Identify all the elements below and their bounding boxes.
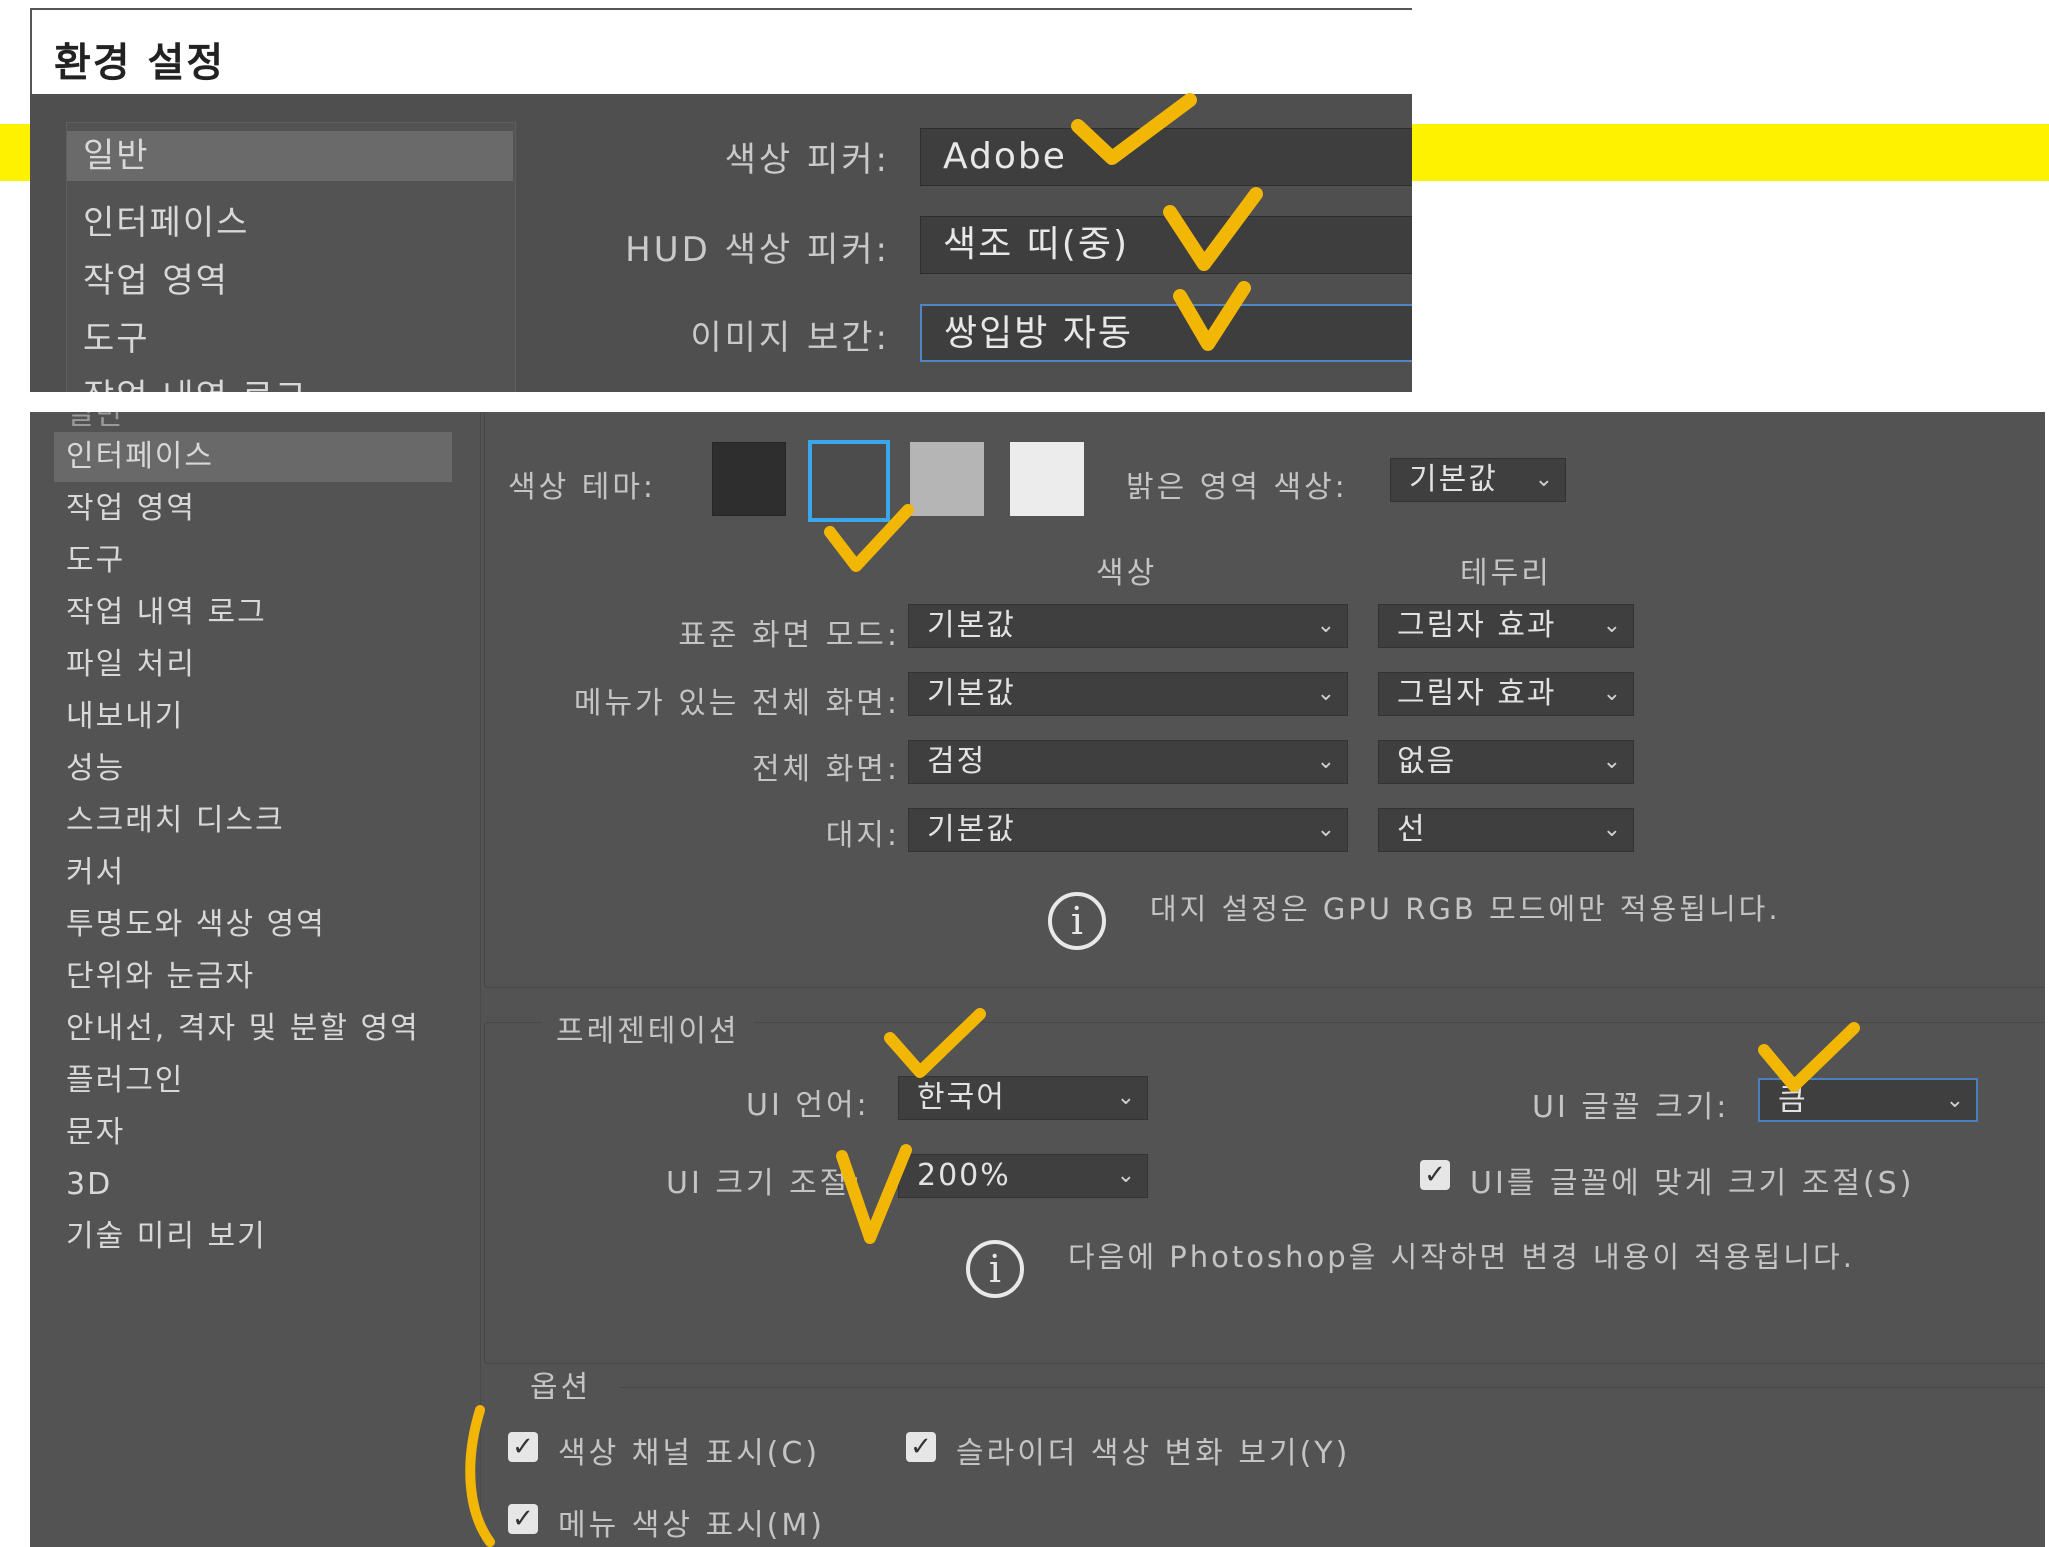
sidebar-item-plugins[interactable]: 플러그인 bbox=[66, 1056, 184, 1106]
highlight-color-select[interactable]: 기본값 ⌄ bbox=[1390, 458, 1566, 502]
hud-color-picker-label: HUD 색상 피커: bbox=[625, 230, 890, 270]
chevron-down-icon: ⌄ bbox=[1316, 613, 1337, 638]
sidebar-item-history-log[interactable]: 작업 내역 로그 bbox=[66, 588, 267, 638]
image-interpolation-select[interactable]: 쌍입방 자동 bbox=[920, 304, 1412, 362]
theme-swatch-darkest[interactable] bbox=[712, 442, 786, 516]
chevron-down-icon: ⌄ bbox=[1602, 613, 1623, 638]
show-menu-colors-label: 메뉴 색상 표시(M) bbox=[558, 1508, 825, 1543]
full-screen-with-menus-border-select[interactable]: 그림자 효과 ⌄ bbox=[1378, 672, 1634, 716]
artboard-label: 대지: bbox=[825, 818, 900, 853]
presentation-section-title: 프레젠테이션 bbox=[542, 1006, 754, 1050]
ui-language-label: UI 언어: bbox=[746, 1088, 870, 1123]
sidebar: 일반 인터페이스 작업 영역 도구 작업 내역 로그 bbox=[66, 122, 516, 392]
options-section-title: 옵션 bbox=[530, 1370, 592, 1405]
chevron-down-icon: ⌄ bbox=[1316, 749, 1337, 774]
select-value: 그림자 효과 bbox=[1397, 608, 1557, 643]
sidebar-item-file-handling[interactable]: 파일 처리 bbox=[66, 640, 196, 690]
theme-swatch-medium-light[interactable] bbox=[910, 442, 984, 516]
scale-ui-to-font-checkbox[interactable]: ✓ bbox=[1420, 1160, 1450, 1190]
check-annotation-mark bbox=[884, 1008, 986, 1078]
chevron-down-icon: ⌄ bbox=[1316, 817, 1337, 842]
select-value: 선 bbox=[1397, 812, 1427, 847]
check-annotation-mark bbox=[1758, 1022, 1860, 1092]
artboard-color-select[interactable]: 기본값 ⌄ bbox=[908, 808, 1348, 852]
ui-scaling-select[interactable]: 200% ⌄ bbox=[898, 1154, 1148, 1198]
select-value: 기본값 bbox=[927, 676, 1016, 711]
select-value: 200% bbox=[917, 1158, 1011, 1193]
column-header-border: 테두리 bbox=[1460, 556, 1552, 591]
chevron-down-icon: ⌄ bbox=[1602, 681, 1623, 706]
color-theme-label: 색상 테마: bbox=[508, 470, 657, 505]
check-annotation-mark bbox=[824, 504, 914, 572]
select-value: 없음 bbox=[1397, 744, 1457, 779]
sidebar-item-interface[interactable]: 인터페이스 bbox=[54, 432, 452, 482]
sidebar-item-history-log[interactable]: 작업 내역 로그 bbox=[83, 369, 308, 392]
sidebar-item-type[interactable]: 문자 bbox=[66, 1108, 125, 1158]
artboard-note: 대지 설정은 GPU RGB 모드에만 적용됩니다. bbox=[1150, 892, 1781, 926]
full-screen-label: 전체 화면: bbox=[751, 752, 900, 787]
standard-screen-mode-color-select[interactable]: 기본값 ⌄ bbox=[908, 604, 1348, 648]
sidebar-item-transparency-gamut[interactable]: 투명도와 색상 영역 bbox=[66, 900, 326, 950]
dynamic-color-sliders-label: 슬라이더 색상 변화 보기(Y) bbox=[956, 1436, 1351, 1471]
sidebar-item-performance[interactable]: 성능 bbox=[66, 744, 125, 794]
restart-note: 다음에 Photoshop을 시작하면 변경 내용이 적용됩니다. bbox=[1068, 1240, 1855, 1274]
artboard-border-select[interactable]: 선 ⌄ bbox=[1378, 808, 1634, 852]
ui-font-size-label: UI 글꼴 크기: bbox=[1532, 1090, 1730, 1125]
standard-screen-mode-border-select[interactable]: 그림자 효과 ⌄ bbox=[1378, 604, 1634, 648]
select-value: 기본값 bbox=[927, 608, 1016, 643]
sidebar-item-tools[interactable]: 도구 bbox=[83, 311, 150, 360]
full-screen-with-menus-label: 메뉴가 있는 전체 화면: bbox=[573, 686, 900, 721]
preferences-interface-screenshot: 일반 인터페이스 작업 영역 도구 작업 내역 로그 파일 처리 내보내기 성능… bbox=[30, 412, 2045, 1547]
preferences-general-screenshot: 환경 설정 일반 인터페이스 작업 영역 도구 작업 내역 로그 색상 피커: … bbox=[30, 8, 1412, 392]
sidebar-item-scratch-disks[interactable]: 스크래치 디스크 bbox=[66, 796, 285, 846]
dynamic-color-sliders-checkbox[interactable]: ✓ bbox=[906, 1432, 936, 1462]
sidebar-item-tools[interactable]: 도구 bbox=[66, 536, 125, 586]
sidebar-item-technology-previews[interactable]: 기술 미리 보기 bbox=[66, 1212, 267, 1262]
color-picker-label: 색상 피커: bbox=[724, 140, 890, 180]
select-value: 검정 bbox=[927, 744, 987, 779]
chevron-down-icon: ⌄ bbox=[1116, 1085, 1137, 1110]
show-channels-in-color-label: 색상 채널 표시(C) bbox=[558, 1436, 821, 1471]
bracket-annotation-mark bbox=[465, 1405, 495, 1547]
sidebar-item-3d[interactable]: 3D bbox=[66, 1160, 112, 1210]
theme-swatch-lightest[interactable] bbox=[1010, 442, 1084, 516]
sidebar-item-units-rulers[interactable]: 단위와 눈금자 bbox=[66, 952, 255, 1002]
info-icon: i bbox=[1048, 892, 1106, 950]
standard-screen-mode-label: 표준 화면 모드: bbox=[678, 618, 900, 653]
full-screen-border-select[interactable]: 없음 ⌄ bbox=[1378, 740, 1634, 784]
chevron-down-icon: ⌄ bbox=[1945, 1088, 1966, 1113]
chevron-down-icon: ⌄ bbox=[1316, 681, 1337, 706]
options-divider bbox=[620, 1387, 2045, 1388]
check-annotation-mark bbox=[836, 1144, 912, 1244]
highlight-color-label: 밝은 영역 색상: bbox=[1126, 470, 1348, 505]
title-bar: 환경 설정 bbox=[30, 8, 1412, 94]
select-value: 그림자 효과 bbox=[1397, 676, 1557, 711]
chevron-down-icon: ⌄ bbox=[1116, 1163, 1137, 1188]
scale-ui-to-font-label: UI를 글꼴에 맞게 크기 조절(S) bbox=[1470, 1166, 1915, 1201]
sidebar-item-interface[interactable]: 인터페이스 bbox=[83, 195, 249, 244]
dialog-title: 환경 설정 bbox=[54, 40, 226, 86]
sidebar-item-workspace[interactable]: 작업 영역 bbox=[83, 253, 229, 302]
sidebar-item-cursors[interactable]: 커서 bbox=[66, 848, 125, 898]
full-screen-with-menus-color-select[interactable]: 기본값 ⌄ bbox=[908, 672, 1348, 716]
check-annotation-mark bbox=[1173, 281, 1251, 351]
sidebar-item-guides-grid[interactable]: 안내선, 격자 및 분할 영역 bbox=[66, 1004, 420, 1054]
info-icon: i bbox=[966, 1240, 1024, 1298]
column-header-color: 색상 bbox=[1096, 556, 1158, 591]
sidebar-item-export[interactable]: 내보내기 bbox=[66, 692, 184, 742]
full-screen-color-select[interactable]: 검정 ⌄ bbox=[908, 740, 1348, 784]
highlight-color-value: 기본값 bbox=[1409, 462, 1498, 497]
select-value: 기본값 bbox=[927, 812, 1016, 847]
sidebar-item-workspace[interactable]: 작업 영역 bbox=[66, 484, 196, 534]
sidebar: 일반 인터페이스 작업 영역 도구 작업 내역 로그 파일 처리 내보내기 성능… bbox=[30, 412, 481, 1547]
chevron-down-icon: ⌄ bbox=[1602, 817, 1623, 842]
chevron-down-icon: ⌄ bbox=[1602, 749, 1623, 774]
image-interpolation-label: 이미지 보간: bbox=[690, 318, 890, 358]
sidebar-item-general[interactable]: 일반 bbox=[67, 131, 513, 181]
check-annotation-mark bbox=[1071, 93, 1197, 165]
check-annotation-mark bbox=[1163, 187, 1263, 271]
chevron-down-icon: ⌄ bbox=[1534, 467, 1555, 492]
